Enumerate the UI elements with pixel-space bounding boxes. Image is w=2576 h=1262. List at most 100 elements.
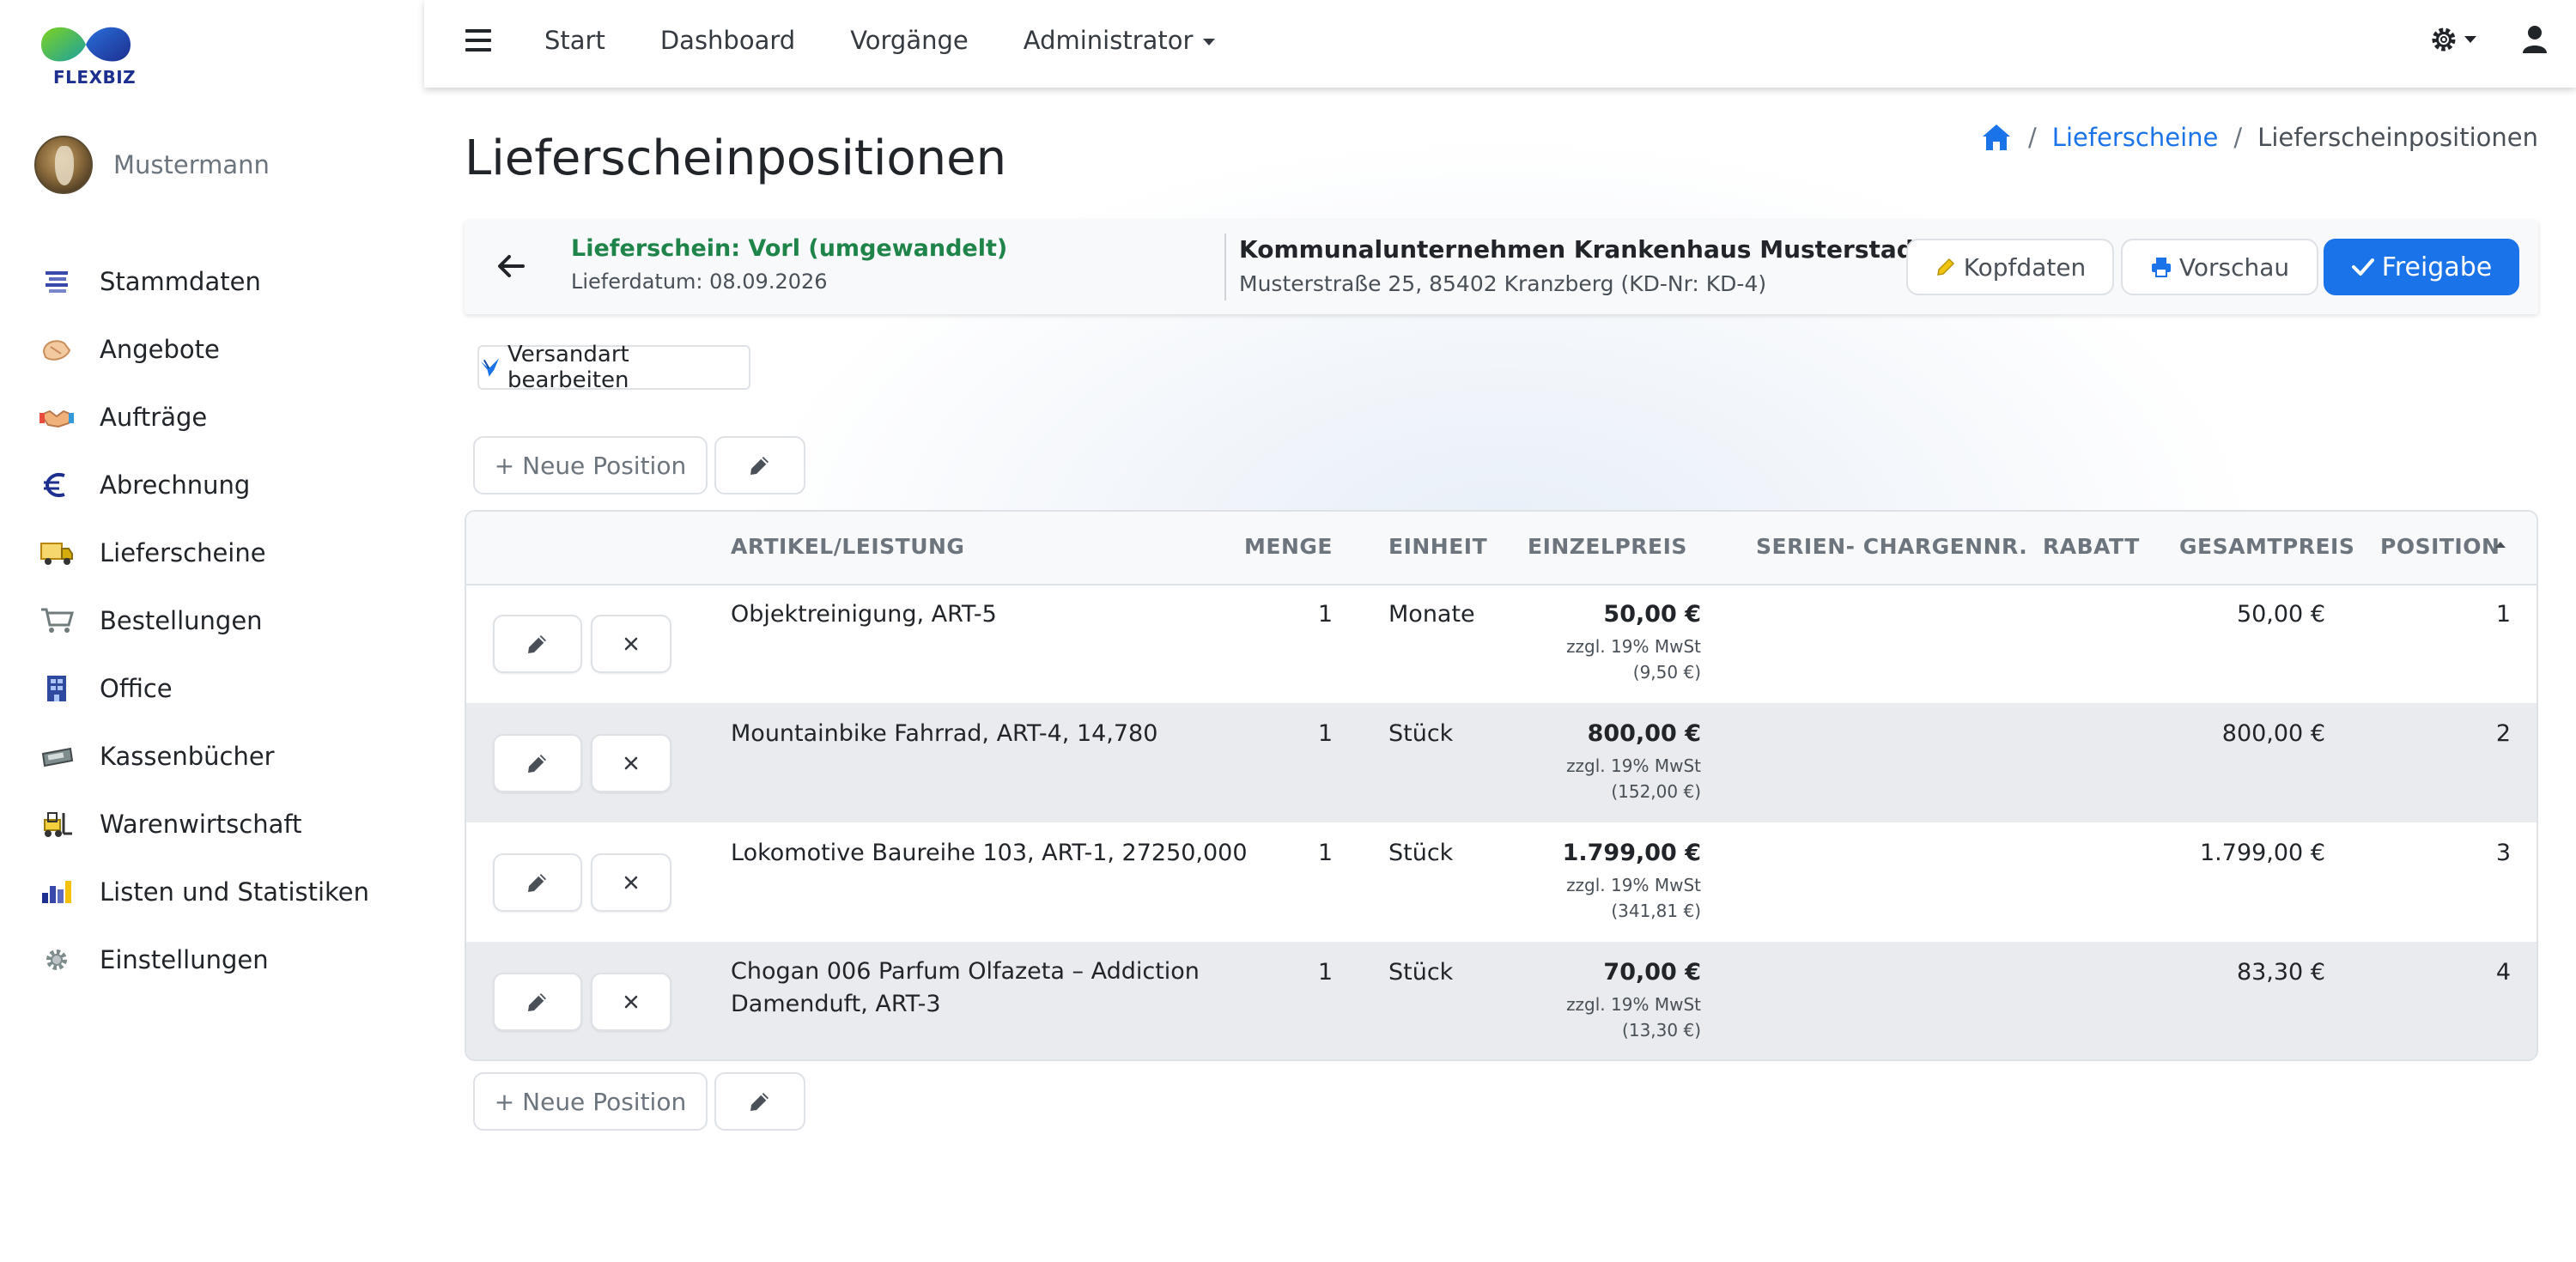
freigabe-button[interactable]: Freigabe xyxy=(2324,239,2519,295)
chevron-down-icon xyxy=(2464,36,2476,43)
cell-menge: 1 xyxy=(1317,720,1333,747)
nav-link-dashboard[interactable]: Dashboard xyxy=(660,26,795,55)
nav-dropdown-administrator[interactable]: Administrator xyxy=(1024,26,1216,55)
column-header-artikel[interactable]: ARTIKEL/LEISTUNG xyxy=(731,534,964,559)
sidebar-item-auftraege[interactable]: Aufträge xyxy=(38,383,416,451)
close-icon xyxy=(624,995,638,1009)
user-profile[interactable]: Mustermann xyxy=(34,136,270,194)
check-icon xyxy=(2351,258,2374,276)
column-header-position[interactable]: POSITION xyxy=(2380,534,2500,559)
cell-menge: 1 xyxy=(1317,601,1333,628)
cell-einheit: Stück xyxy=(1388,840,1454,866)
column-header-gesamtpreis[interactable]: GESAMTPREIS xyxy=(2179,534,2354,559)
column-header-rabatt[interactable]: RABATT xyxy=(2043,534,2140,559)
sidebar-item-abrechnung[interactable]: Abrechnung xyxy=(38,451,416,519)
cell-position: 2 xyxy=(2495,720,2511,747)
home-icon[interactable] xyxy=(1980,122,2013,153)
sidebar-item-kassenbuecher[interactable]: Kassenbücher xyxy=(38,722,416,790)
cell-einheit: Monate xyxy=(1388,601,1475,628)
new-position-label: + Neue Position xyxy=(494,1087,687,1116)
sidebar-nav: Stammdaten Angebote Aufträge Abrechnung … xyxy=(38,247,416,993)
hamburger-menu-icon[interactable] xyxy=(465,29,491,53)
column-header-einzelpreis[interactable]: EINZELPREIS xyxy=(1528,534,1687,559)
cell-gesamtpreis: 1.799,00 € xyxy=(2200,840,2325,866)
close-icon xyxy=(624,876,638,889)
office-icon xyxy=(38,671,76,706)
sidebar-item-angebote[interactable]: Angebote xyxy=(38,315,416,383)
sidebar-item-label: Bestellungen xyxy=(100,605,263,635)
sidebar-item-office[interactable]: Office xyxy=(38,654,416,722)
cell-tax-note: zzgl. 19% MwSt (9,50 €) xyxy=(1566,636,1701,683)
cell-menge: 1 xyxy=(1317,959,1333,986)
new-position-button[interactable]: + Neue Position xyxy=(473,436,708,494)
bar-chart-icon xyxy=(38,875,76,909)
breadcrumb-lieferscheine[interactable]: Lieferscheine xyxy=(2052,123,2219,152)
kopfdaten-button[interactable]: Kopfdaten xyxy=(1906,239,2114,295)
cell-einzelpreis: 1.799,00 € xyxy=(1562,840,1701,866)
cell-gesamtpreis: 800,00 € xyxy=(2221,720,2325,747)
versandart-bearbeiten-button[interactable]: Versandart bearbeiten xyxy=(477,342,750,393)
cell-artikel: Mountainbike Fahrrad, ART-4, 14,780 xyxy=(731,720,1158,747)
cell-menge: 1 xyxy=(1317,840,1333,866)
cell-gesamtpreis: 83,30 € xyxy=(2236,959,2325,986)
delete-row-button[interactable] xyxy=(591,853,671,912)
nav-link-start[interactable]: Start xyxy=(544,26,605,55)
kopfdaten-label: Kopfdaten xyxy=(1963,252,2087,282)
bulk-edit-button[interactable] xyxy=(714,436,805,494)
delete-row-button[interactable] xyxy=(591,973,671,1031)
sidebar-item-label: Listen und Statistiken xyxy=(100,877,370,907)
chevron-down-icon xyxy=(1203,39,1216,46)
delete-row-button[interactable] xyxy=(591,734,671,792)
sidebar-item-listen-statistiken[interactable]: Listen und Statistiken xyxy=(38,858,416,925)
close-icon xyxy=(624,756,638,770)
sidebar-item-stammdaten[interactable]: Stammdaten xyxy=(38,247,416,315)
edit-row-button[interactable] xyxy=(493,853,582,912)
sidebar-item-einstellungen[interactable]: Einstellungen xyxy=(38,925,416,993)
cell-gesamtpreis: 50,00 € xyxy=(2236,601,2325,628)
shipping-bird-icon xyxy=(480,358,500,377)
theme-settings-dropdown[interactable] xyxy=(2428,24,2476,55)
sidebar-item-warenwirtschaft[interactable]: Warenwirtschaft xyxy=(38,790,416,858)
sidebar-item-label: Lieferscheine xyxy=(100,537,266,567)
cell-position: 4 xyxy=(2495,959,2511,986)
sort-ascending-icon[interactable] xyxy=(2494,539,2507,549)
nav-link-vorgaenge[interactable]: Vorgänge xyxy=(850,26,969,55)
column-header-einheit[interactable]: EINHEIT xyxy=(1388,534,1487,559)
edit-row-button[interactable] xyxy=(493,615,582,673)
sidebar-item-lieferscheine[interactable]: Lieferscheine xyxy=(38,519,416,586)
user-name: Mustermann xyxy=(113,150,270,179)
pencil-icon xyxy=(1936,258,1954,276)
sidebar-item-label: Stammdaten xyxy=(100,266,261,296)
sidebar-item-bestellungen[interactable]: Bestellungen xyxy=(38,586,416,654)
pencil-icon xyxy=(750,457,769,475)
user-menu[interactable] xyxy=(2521,24,2549,58)
new-position-button-bottom[interactable]: + Neue Position xyxy=(473,1072,708,1131)
edit-row-button[interactable] xyxy=(493,734,582,792)
pencil-icon xyxy=(528,755,546,773)
vorschau-label: Vorschau xyxy=(2178,252,2290,282)
breadcrumb-separator: / xyxy=(2028,123,2037,152)
cell-tax-note: zzgl. 19% MwSt (341,81 €) xyxy=(1566,875,1701,921)
delivery-note-title: Lieferschein: Vorl (umgewandelt) xyxy=(571,235,1008,262)
avatar[interactable] xyxy=(34,136,93,194)
pencil-icon xyxy=(528,874,546,892)
back-arrow-icon[interactable] xyxy=(495,251,526,282)
cell-artikel: Lokomotive Baureihe 103, ART-1, 27250,00… xyxy=(731,840,1248,866)
cell-einheit: Stück xyxy=(1388,959,1454,986)
column-header-menge[interactable]: MENGE xyxy=(1244,534,1333,559)
top-nav-links: Start Dashboard Vorgänge Administrator xyxy=(544,26,1270,55)
delete-row-button[interactable] xyxy=(591,615,671,673)
sidebar-item-label: Kassenbücher xyxy=(100,741,275,771)
edit-row-button[interactable] xyxy=(493,973,582,1031)
freigabe-label: Freigabe xyxy=(2381,252,2493,282)
column-header-serien[interactable]: SERIEN- CHARGENNR. xyxy=(1756,534,2027,559)
cell-tax-note: zzgl. 19% MwSt (152,00 €) xyxy=(1566,755,1701,802)
cell-einheit: Stück xyxy=(1388,720,1454,747)
delivery-note-header: Lieferschein: Vorl (umgewandelt) Lieferd… xyxy=(465,220,2538,314)
offers-icon xyxy=(38,332,76,367)
customer-name: Kommunalunternehmen Krankenhaus Musterst… xyxy=(1239,235,1926,264)
vorschau-button[interactable]: Vorschau xyxy=(2121,239,2318,295)
delivery-date: Lieferdatum: 08.09.2026 xyxy=(571,270,828,294)
bulk-edit-button-bottom[interactable] xyxy=(714,1072,805,1131)
cell-position: 1 xyxy=(2495,601,2511,628)
